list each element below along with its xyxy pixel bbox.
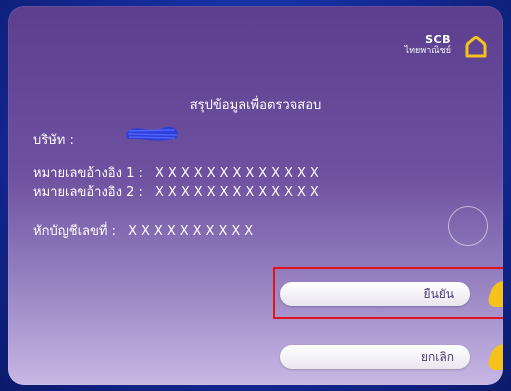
account-value: XXXXXXXXXX — [128, 224, 258, 239]
ref2-value: XXXXXXXXXXXXX — [155, 185, 323, 200]
ref1-label: หมายเลขอ้างอิง 1 : — [33, 166, 143, 181]
company-row: บริษัท : — [33, 129, 74, 150]
ref1-value: XXXXXXXXXXXXX — [155, 166, 323, 181]
brand-thai-name: ไทยพาณิชย์ — [404, 46, 451, 56]
cancel-side-key[interactable] — [485, 344, 503, 370]
account-label: หักบัญชีเลขที่ : — [33, 224, 116, 239]
cancel-button[interactable]: ยกเลิก — [280, 345, 470, 369]
loading-ring-icon — [448, 206, 488, 246]
ref2-label: หมายเลขอ้างอิง 2 : — [33, 185, 143, 200]
ref2-row: หมายเลขอ้างอิง 2 : XXXXXXXXXXXXX — [33, 181, 323, 202]
company-label: บริษัท : — [33, 133, 74, 148]
selection-highlight — [273, 267, 503, 319]
house-icon — [465, 36, 487, 58]
atm-screen: SCB ไทยพาณิชย์ สรุปข้อมูลเพื่อตรวจสอบ บร… — [8, 6, 503, 385]
account-row: หักบัญชีเลขที่ : XXXXXXXXXX — [33, 220, 257, 241]
page-title: สรุปข้อมูลเพื่อตรวจสอบ — [189, 98, 322, 113]
ref1-row: หมายเลขอ้างอิง 1 : XXXXXXXXXXXXX — [33, 162, 323, 183]
brand-name: SCB — [425, 33, 451, 46]
redaction-scribble — [126, 126, 178, 141]
brand-block: SCB ไทยพาณิชย์ — [405, 34, 451, 57]
